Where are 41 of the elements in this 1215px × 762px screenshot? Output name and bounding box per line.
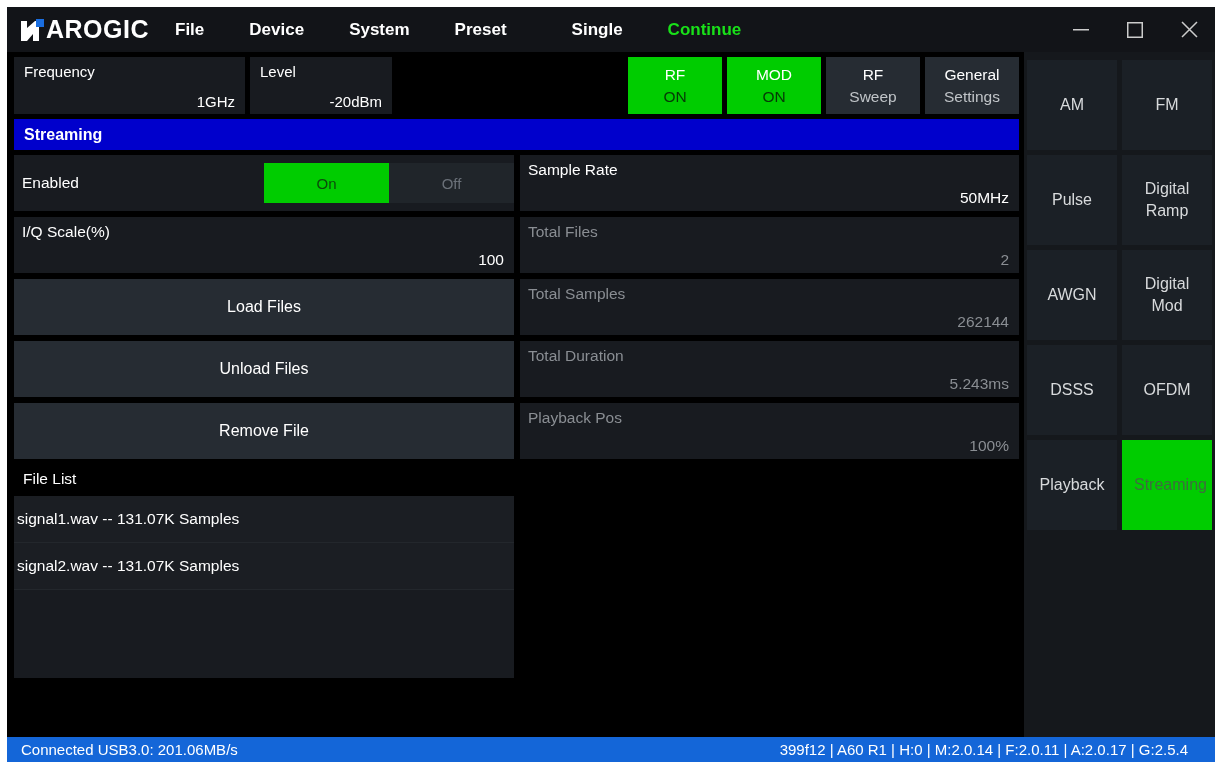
toggle-button[interactable]: RF ON [628, 57, 722, 114]
action-button[interactable]: Remove File [14, 403, 514, 459]
mode-button[interactable]: AM [1027, 60, 1117, 150]
readout-field: Total Duration 5.243ms [520, 341, 1019, 397]
parameter-field[interactable]: Level -20dBm [250, 57, 392, 114]
maximize-icon[interactable] [1127, 21, 1143, 38]
menu-item[interactable]: System [349, 19, 410, 40]
mode-button[interactable]: Pulse [1027, 155, 1117, 245]
toggle-button[interactable]: General Settings [925, 57, 1019, 114]
field-label: Enabled [22, 174, 80, 192]
menu-item[interactable]: Preset [454, 19, 507, 40]
toggle-button[interactable]: MOD ON [727, 57, 821, 114]
section-header: Streaming [14, 119, 1019, 150]
logo-text: AROGIC [46, 15, 149, 44]
mode-option[interactable]: Single [571, 19, 623, 40]
mode-button[interactable]: AWGN [1027, 250, 1117, 340]
input-field[interactable]: I/Q Scale(%) 100 [14, 217, 514, 273]
action-button[interactable]: Unload Files [14, 341, 514, 397]
list-title: File List [22, 469, 78, 489]
action-button[interactable]: Load Files [14, 279, 514, 335]
mode-button[interactable]: Digital Ramp [1122, 155, 1212, 245]
readout-field: Total Samples 262144 [520, 279, 1019, 335]
parameter-field[interactable]: Frequency 1GHz [14, 57, 245, 114]
readout-field: Total Files 2 [520, 217, 1019, 273]
mode-button[interactable]: Playback [1027, 440, 1117, 530]
menu-item[interactable]: Device [249, 19, 305, 40]
mode-button[interactable]: Digital Mod [1122, 250, 1212, 340]
readout-field: Playback Pos 100% [520, 403, 1019, 459]
mode-button[interactable]: DSSS [1027, 345, 1117, 435]
menu-item[interactable]: File [175, 19, 205, 40]
readout-field: Sample Rate 50MHz [520, 155, 1019, 211]
logo-mark-icon [21, 18, 45, 41]
close-icon[interactable] [1180, 21, 1198, 38]
mode-button[interactable]: FM [1122, 60, 1212, 150]
toggle-option[interactable]: On [264, 163, 389, 203]
status-text: Connected USB3.0: 201.06MB/s [21, 741, 238, 758]
minimize-icon[interactable] [1073, 28, 1089, 31]
version-text: 399f12 | A60 R1 | H:0 | M:2.0.14 | F:2.0.11 | A:2.0.17 | G:2.5.4 [779, 741, 1188, 758]
mode-option[interactable]: Continue [667, 19, 742, 40]
toggle-button[interactable]: RF Sweep [826, 57, 920, 114]
mode-button[interactable]: OFDM [1122, 345, 1212, 435]
